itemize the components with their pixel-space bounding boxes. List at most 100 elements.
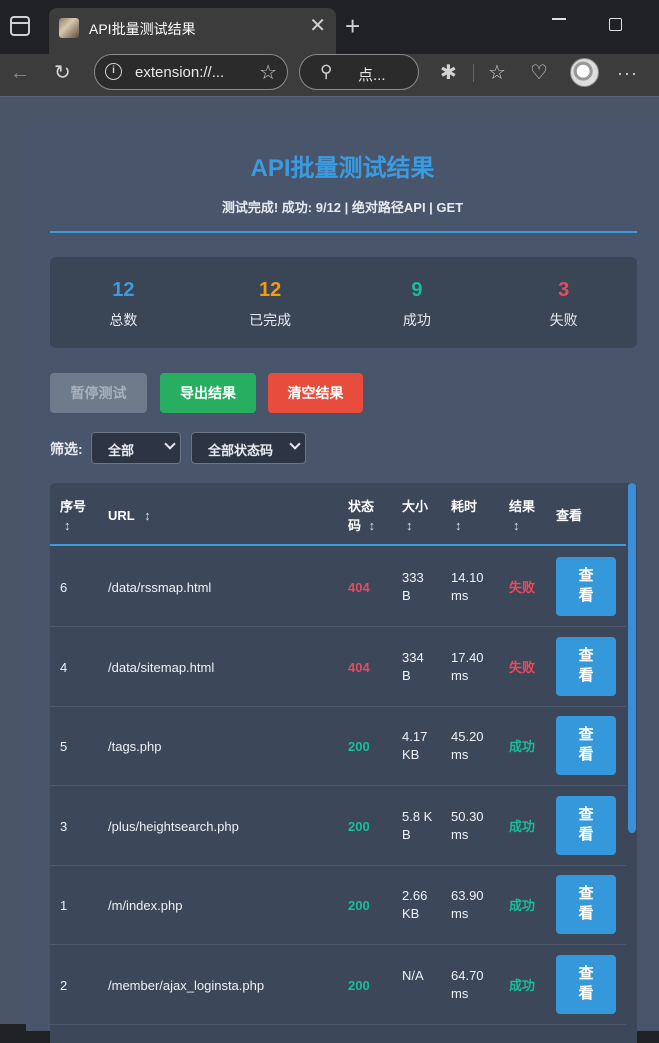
stat-total: 12 总数 [50,257,197,348]
stats-panel: 12 总数 12 已完成 9 成功 3 失败 [50,257,637,348]
view-button[interactable]: 查看 [556,954,616,1014]
row-time: 14.10 ms [451,570,484,603]
stat-total-value: 12 [112,279,135,301]
search-box[interactable]: ⚲ 点... [299,54,419,90]
minimize-window-icon[interactable] [552,18,566,20]
row-index: 2 [60,977,68,993]
row-result: 成功 [509,818,536,834]
col-header-view: 查看 [556,508,583,523]
row-index: 5 [60,739,68,754]
clear-results-button[interactable]: 清空结果 [268,373,363,413]
row-url: /data/rssmap.html [108,580,212,595]
stat-success-value: 9 [411,279,423,301]
view-button[interactable]: 查看 [556,636,616,696]
row-index: 4 [60,659,68,675]
maximize-window-icon[interactable] [609,18,622,31]
row-index: 3 [60,818,68,834]
stat-success-label: 成功 [402,312,431,328]
export-results-button[interactable]: 导出结果 [160,373,256,413]
reload-icon[interactable]: ↻ [54,62,71,84]
row-result: 失败 [509,659,536,675]
row-size: 4.17 KB [402,729,428,762]
row-size: 2.66 KB [402,888,428,921]
page-title: API批量测试结果 [250,155,435,182]
address-bar[interactable]: i extension://... ☆ [94,54,288,90]
sort-icon: ↕ [368,518,376,533]
sort-icon: ↕ [513,518,520,533]
status-filter-value: 全部状态码 [208,443,274,458]
table-row: 6/data/rssmap.html 404 333 B 14.10 ms 失败 查看 [50,547,626,627]
table-row: 5/tags.php 200 4.17 KB 45.20 ms 成功 查看 [50,706,626,786]
results-card: API批量测试结果 测试完成! 成功: 9/12 | 绝对路径API | GET… [26,121,659,1043]
row-result: 成功 [509,739,536,754]
table-scrollbar[interactable] [628,483,636,833]
row-size: 334 B [402,649,424,683]
site-info-icon[interactable]: i [105,63,122,80]
stat-failed-value: 3 [558,279,570,301]
view-button[interactable]: 查看 [556,557,616,616]
row-url: /tags.php [108,739,162,754]
row-status-code: 200 [348,818,370,834]
row-status-code: 404 [348,580,370,595]
row-result: 失败 [509,580,536,595]
sort-icon: ↕ [406,518,413,533]
row-url: /data/sitemap.html [108,659,215,675]
row-index: 6 [60,580,68,595]
pause-test-button[interactable]: 暂停测试 [50,373,147,413]
row-size: N/A [402,967,424,983]
row-time: 64.70 ms [451,967,484,1001]
row-time: 17.40 ms [451,649,484,683]
tab-actions-icon[interactable] [10,16,30,36]
page-subtitle: 测试完成! 成功: 9/12 | 绝对路径API | GET [221,200,464,215]
new-tab-icon[interactable]: + [345,13,360,39]
result-filter-select[interactable]: 全部 [91,432,181,464]
tab-favicon-icon [59,18,79,38]
close-tab-icon[interactable]: ✕ [309,16,326,36]
chevron-down-icon [164,438,176,450]
sort-icon: ↕ [144,508,151,523]
back-icon[interactable]: ← [10,62,30,84]
more-options-icon[interactable]: ··· [617,62,638,84]
col-header-idx[interactable]: 序号 ↕ [60,497,86,535]
view-button[interactable]: 查看 [556,795,616,855]
stat-failed: 3 失败 [490,257,637,348]
view-button[interactable]: 查看 [556,716,616,775]
results-table: 序号 ↕ URL ↕ 状态 码 ↕ 大小 ↕ 耗时 ↕ 结果 ↕ 查看 6 /d… [50,483,637,1043]
favorite-star-icon[interactable]: ☆ [259,60,277,85]
row-result: 成功 [509,898,536,913]
browser-essentials-icon[interactable]: ♡ [530,62,548,84]
col-header-time[interactable]: 耗时 ↕ [451,497,477,535]
filter-label: 筛选: [50,441,83,457]
tab-title: API批量测试结果 [89,21,196,37]
toolbar-separator [473,64,474,82]
row-time: 45.20 ms [451,729,484,762]
row-url: /m/index.php [108,898,183,913]
extensions-icon[interactable]: ✱ [440,62,457,84]
col-header-result[interactable]: 结果 ↕ [509,497,535,535]
stat-completed-label: 已完成 [249,312,292,328]
col-header-status[interactable]: 状态 码 ↕ [348,497,375,535]
profile-avatar[interactable] [570,58,599,87]
stat-completed-value: 12 [259,279,282,301]
table-row: 3/plus/heightsearch.php 200 5.8 KB 50.30 ms… [50,786,626,866]
search-icon: ⚲ [320,62,333,81]
address-text: extension://... [135,64,225,81]
favorites-icon[interactable]: ☆ [488,62,506,84]
stat-success: 9 成功 [344,257,491,348]
table-header: 序号 ↕ URL ↕ 状态 码 ↕ 大小 ↕ 耗时 ↕ 结果 ↕ 查看 [50,483,626,546]
col-header-size[interactable]: 大小 ↕ [402,497,428,535]
view-button[interactable]: 查看 [556,875,616,934]
title-divider [50,231,637,233]
row-time: 63.90 ms [451,888,484,921]
row-result: 成功 [509,977,536,993]
browser-toolbar: ← ↻ i extension://... ☆ ⚲ 点... ✱ ☆ ♡ ··· [0,54,659,96]
browser-tab[interactable]: API批量测试结果 ✕ [49,8,336,54]
page-viewport: API批量测试结果 测试完成! 成功: 9/12 | 绝对路径API | GET… [0,96,659,1043]
status-code-filter-select[interactable]: 全部状态码 [191,432,306,464]
row-status-code: 404 [348,659,370,675]
row-url: /member/ajax_loginsta.php [108,977,265,993]
col-header-url[interactable]: URL ↕ [108,506,151,525]
result-filter-value: 全部 [108,443,135,458]
chevron-down-icon [289,438,301,450]
row-index: 1 [60,898,68,913]
